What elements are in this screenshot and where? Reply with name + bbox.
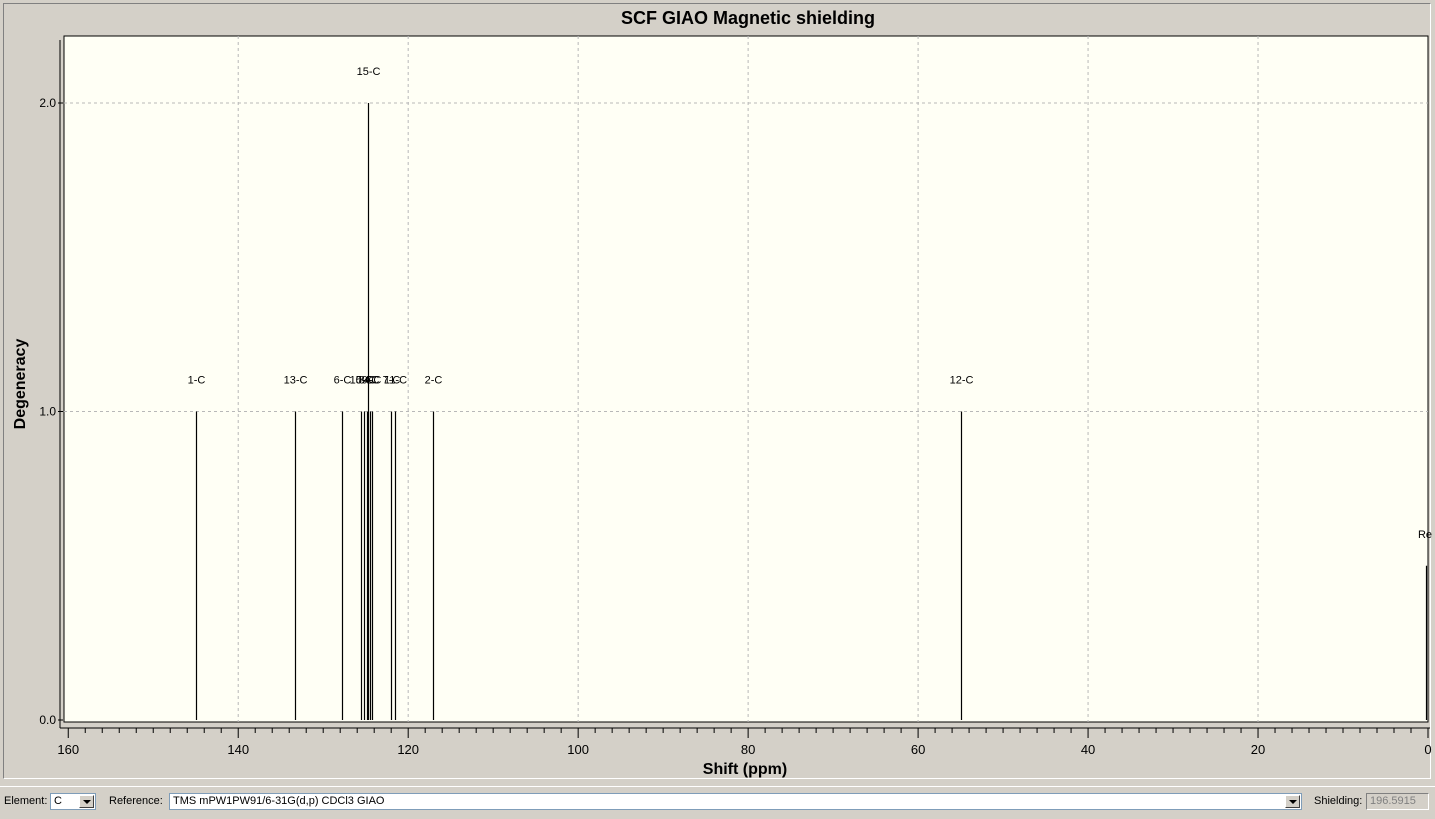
peak-label: 1-C [188,375,206,387]
x-tick-label: 60 [911,742,925,757]
chart-panel: SCF GIAO Magnetic shielding 160 140 120 100… [3,3,1432,780]
chart-title: SCF GIAO Magnetic shielding [621,8,875,28]
reference-label: Reference: [109,795,163,807]
shielding-value: 196.5915 [1370,795,1416,807]
y-tick-label: 0.0 [39,713,56,727]
chevron-down-icon[interactable] [79,795,94,808]
x-tick-label: 0 [1424,742,1431,757]
y-axis-title: Degeneracy [12,339,29,430]
y-tick-label: 1.0 [39,405,56,419]
x-tick-label: 100 [567,742,589,757]
x-tick-label: 80 [741,742,755,757]
peak-label: Ref [1418,529,1432,541]
x-tick-label: 120 [397,742,419,757]
x-tick-label: 160 [57,742,79,757]
peak-label: 2-C [425,375,443,387]
shielding-label: Shielding: [1314,795,1363,807]
peak-label: 12-C [950,375,974,387]
peak-label: 4-C [364,375,382,387]
nmr-spectrum-window: SCF GIAO Magnetic shielding 160 140 120 100… [0,0,1435,819]
element-label: Element: [4,795,48,807]
reference-select[interactable]: TMS mPW1PW91/6-31G(d,p) CDCl3 GIAO [169,793,1302,810]
x-tick-label: 140 [227,742,249,757]
element-select-value: C [54,795,62,807]
y-tick-label: 2.0 [39,96,56,110]
plot-area [63,35,1429,723]
x-axis-title: Shift (ppm) [703,761,787,778]
peak-label: 13-C [284,375,308,387]
peak-label: 15-C [357,66,381,78]
x-tick-label: 40 [1081,742,1095,757]
chevron-down-icon[interactable] [1285,795,1300,808]
shielding-field: 196.5915 [1366,793,1429,810]
element-select[interactable]: C [50,793,96,810]
spectrum-chart[interactable]: SCF GIAO Magnetic shielding 160 140 120 100… [4,4,1432,780]
peak-label: 11-C [384,375,407,387]
x-tick-label: 20 [1251,742,1265,757]
reference-toolbar: Element: C Reference: TMS mPW1PW91/6-31G… [0,786,1435,819]
reference-select-value: TMS mPW1PW91/6-31G(d,p) CDCl3 GIAO [173,795,385,807]
